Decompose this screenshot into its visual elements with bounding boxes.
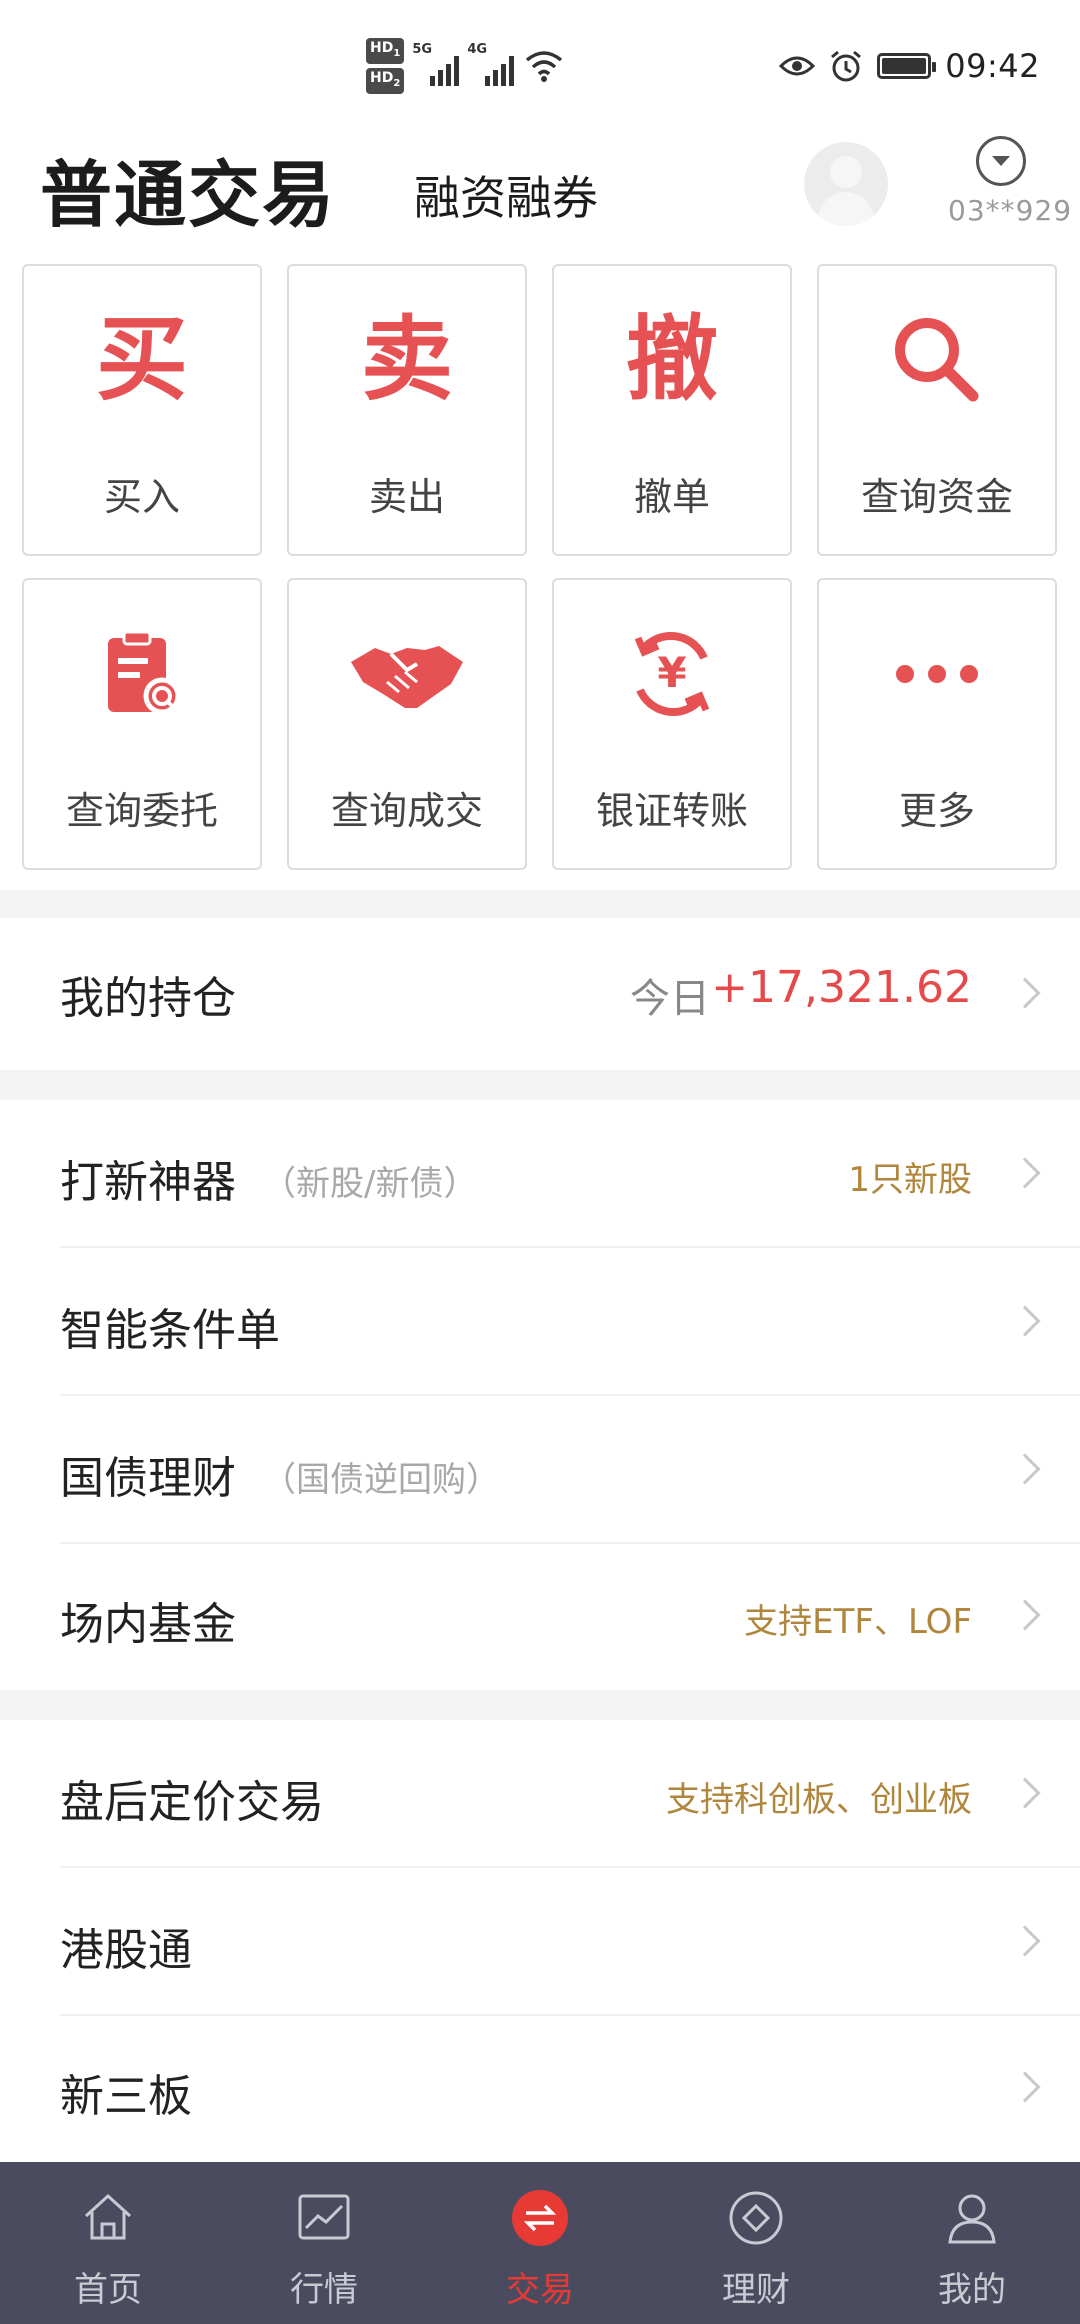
list-item-title: 智能条件单 bbox=[60, 1305, 280, 1356]
tile-label: 更多 bbox=[898, 789, 975, 833]
tile-label: 银证转账 bbox=[595, 789, 748, 833]
list-item-title: 盘后定价交易 bbox=[60, 1777, 324, 1828]
more-button[interactable]: 更多 bbox=[817, 578, 1057, 870]
page-header: 普通交易 融资融券 03**929 bbox=[0, 130, 1080, 250]
signal-icon: 4G bbox=[467, 42, 515, 86]
chevron-right-icon bbox=[1009, 1305, 1041, 1337]
list-item-hk-connect[interactable]: 港股通 bbox=[0, 1868, 1080, 2016]
chevron-right-icon bbox=[1009, 1453, 1041, 1485]
list-item-ipo[interactable]: 打新神器 （新股/新债） 1只新股 bbox=[0, 1100, 1080, 1248]
nav-mine[interactable]: 我的 bbox=[864, 2162, 1080, 2324]
net1-label: 5G bbox=[412, 42, 433, 57]
net2-label: 4G bbox=[467, 42, 488, 57]
wifi-icon bbox=[526, 51, 563, 82]
user-icon bbox=[948, 2194, 996, 2244]
signal-icon: 5G bbox=[412, 42, 460, 86]
chart-icon bbox=[298, 2194, 350, 2240]
cancel-order-icon: 撤 bbox=[625, 306, 718, 413]
hd2-badge: HD2 bbox=[366, 68, 405, 94]
today-label: 今日 bbox=[630, 976, 710, 1022]
cancel-order-button[interactable]: 撤 撤单 bbox=[552, 264, 792, 556]
network-status: HD1 HD2 5G 4G bbox=[366, 36, 564, 96]
nav-label: 行情 bbox=[290, 2270, 358, 2310]
chevron-right-icon bbox=[1009, 1925, 1041, 1957]
services-list-2: 盘后定价交易 支持科创板、创业板 港股通 新三板 bbox=[0, 1720, 1080, 2162]
list-item-neeq[interactable]: 新三板 bbox=[0, 2014, 1080, 2162]
nav-trade[interactable]: 交易 bbox=[432, 2162, 648, 2324]
sell-button[interactable]: 卖 卖出 bbox=[287, 264, 527, 556]
list-item-badge: 支持ETF、LOF bbox=[744, 1602, 972, 1642]
sell-icon: 卖 bbox=[360, 306, 453, 413]
status-bar: HD1 HD2 5G 4G 09:42 bbox=[0, 0, 1080, 130]
list-item-treasury[interactable]: 国债理财 （国债逆回购） bbox=[0, 1396, 1080, 1544]
tile-label: 卖出 bbox=[368, 475, 445, 519]
chevron-right-icon bbox=[1009, 1157, 1041, 1189]
nav-wealth[interactable]: 理财 bbox=[648, 2162, 864, 2324]
bottom-nav: 首页 行情 交易 理财 我的 bbox=[0, 2162, 1080, 2324]
tile-label: 买入 bbox=[103, 475, 180, 519]
hd1-badge: HD1 bbox=[366, 38, 405, 64]
today-profit-value: +17,321.62 bbox=[711, 962, 972, 1013]
search-icon bbox=[819, 300, 1055, 420]
account-switch-icon[interactable] bbox=[976, 136, 1026, 186]
eye-icon bbox=[779, 56, 816, 76]
clipboard-search-icon bbox=[24, 614, 260, 734]
list-item-hint: （国债逆回购） bbox=[262, 1460, 500, 1500]
hd-indicators: HD1 HD2 bbox=[366, 38, 405, 94]
positions-title: 我的持仓 bbox=[60, 973, 236, 1024]
list-item-title: 新三板 bbox=[60, 2071, 192, 2122]
buy-button[interactable]: 买 买入 bbox=[22, 264, 262, 556]
home-icon bbox=[84, 2193, 132, 2240]
buy-icon: 买 bbox=[95, 306, 188, 413]
list-item-exchange-fund[interactable]: 场内基金 支持ETF、LOF bbox=[0, 1542, 1080, 1690]
clock-time: 09:42 bbox=[945, 47, 1040, 85]
nav-label: 交易 bbox=[506, 2270, 574, 2310]
yen-transfer-icon: ¥ bbox=[554, 614, 790, 734]
list-item-hint: （新股/新债） bbox=[262, 1164, 478, 1204]
section-divider bbox=[0, 1070, 1080, 1100]
list-item-title: 港股通 bbox=[60, 1925, 192, 1976]
list-item-title: 场内基金 bbox=[60, 1599, 236, 1650]
avatar[interactable] bbox=[804, 142, 888, 226]
query-orders-button[interactable]: 查询委托 bbox=[22, 578, 262, 870]
nav-home[interactable]: 首页 bbox=[0, 2162, 216, 2324]
more-dots-icon bbox=[819, 614, 1055, 734]
list-item-title: 打新神器 bbox=[60, 1157, 236, 1208]
system-status: 09:42 bbox=[779, 40, 1040, 92]
nav-label: 理财 bbox=[722, 2270, 790, 2310]
query-trades-button[interactable]: 查询成交 bbox=[287, 578, 527, 870]
chevron-right-icon bbox=[1009, 1777, 1041, 1809]
account-id[interactable]: 03**929 bbox=[948, 194, 1072, 227]
tile-label: 撤单 bbox=[633, 475, 710, 519]
nav-market[interactable]: 行情 bbox=[216, 2162, 432, 2324]
list-item-badge: 1只新股 bbox=[848, 1160, 972, 1200]
section-divider bbox=[0, 1690, 1080, 1720]
services-list-1: 打新神器 （新股/新债） 1只新股 智能条件单 国债理财 （国债逆回购） 场内基… bbox=[0, 1100, 1080, 1690]
list-item-smart-order[interactable]: 智能条件单 bbox=[0, 1248, 1080, 1396]
chevron-right-icon bbox=[1009, 1599, 1041, 1631]
nav-label: 我的 bbox=[938, 2270, 1006, 2310]
tile-label: 查询委托 bbox=[65, 789, 218, 833]
chevron-right-icon bbox=[1009, 977, 1041, 1009]
my-positions-row[interactable]: 我的持仓 今日 +17,321.62 bbox=[0, 918, 1080, 1070]
trade-exchange-icon bbox=[512, 2190, 568, 2246]
handshake-icon bbox=[289, 614, 525, 734]
alarm-icon bbox=[831, 50, 862, 82]
bank-transfer-button[interactable]: ¥ 银证转账 bbox=[552, 578, 792, 870]
list-item-badge: 支持科创板、创业板 bbox=[666, 1780, 972, 1820]
query-funds-button[interactable]: 查询资金 bbox=[817, 264, 1057, 556]
list-item-title: 国债理财 bbox=[60, 1453, 236, 1504]
wealth-diamond-icon bbox=[729, 2191, 783, 2245]
tile-label: 查询资金 bbox=[860, 475, 1013, 519]
svg-text:¥: ¥ bbox=[657, 648, 686, 697]
battery-icon bbox=[877, 53, 937, 79]
nav-label: 首页 bbox=[74, 2270, 142, 2310]
chevron-right-icon bbox=[1009, 2071, 1041, 2103]
section-divider bbox=[0, 890, 1080, 918]
tab-margin-trading[interactable]: 融资融券 bbox=[414, 162, 598, 228]
tile-label: 查询成交 bbox=[330, 789, 483, 833]
list-item-after-hours[interactable]: 盘后定价交易 支持科创板、创业板 bbox=[0, 1720, 1080, 1868]
tab-normal-trading[interactable]: 普通交易 bbox=[40, 136, 336, 241]
